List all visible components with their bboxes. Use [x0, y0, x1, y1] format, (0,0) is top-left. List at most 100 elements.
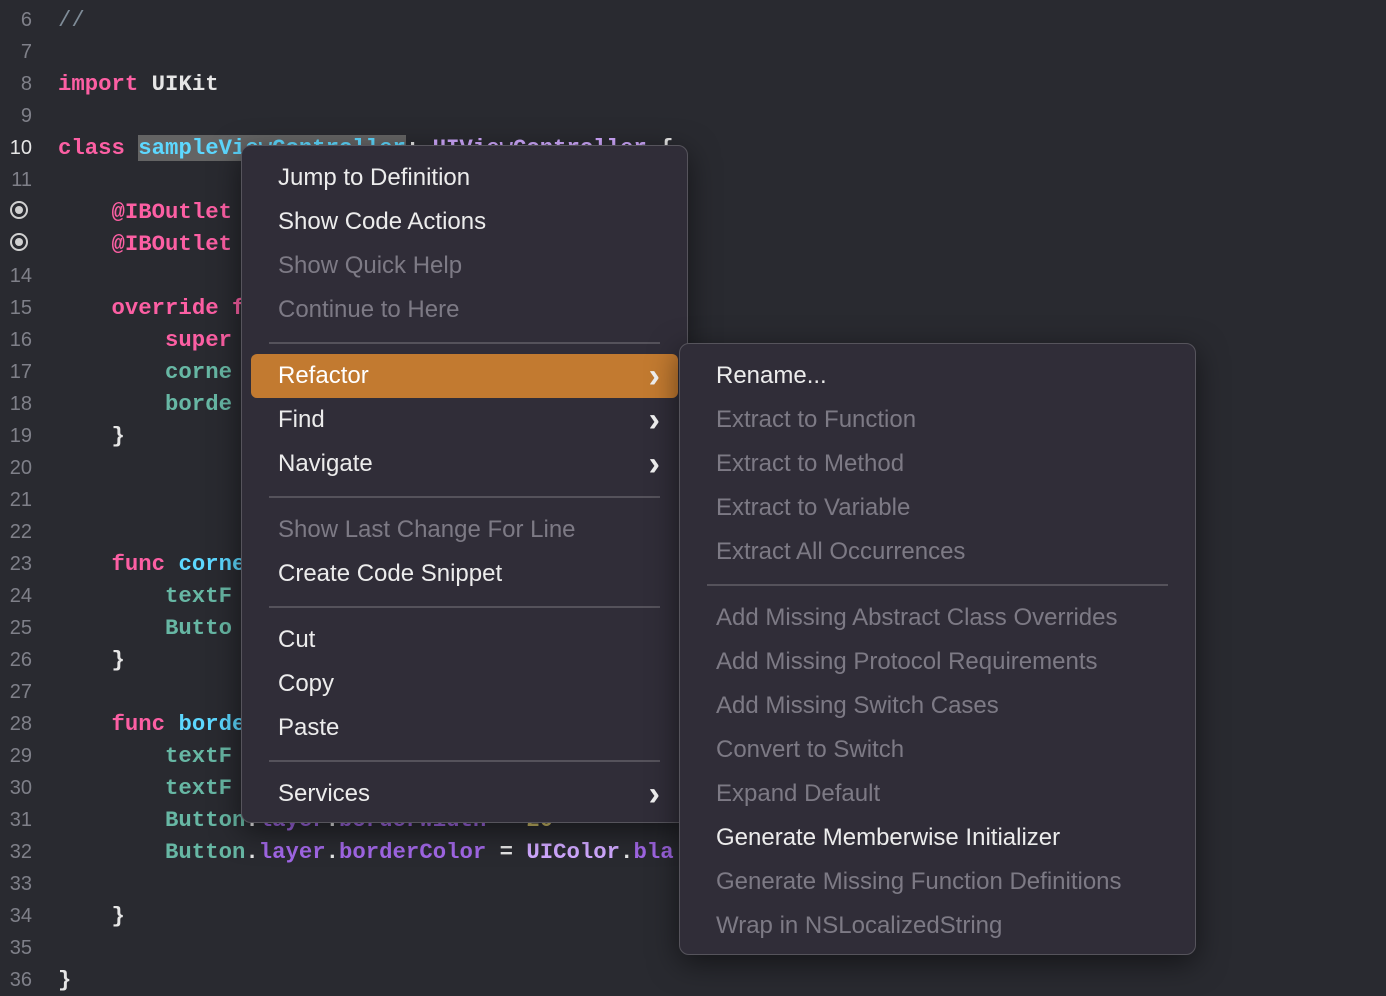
code-text: @IBOutlet: [58, 228, 232, 260]
menu-item-navigate[interactable]: Navigate ›: [251, 442, 678, 486]
menu-item-convert-to-switch[interactable]: Convert to Switch: [689, 728, 1186, 772]
menu-item-label: Show Last Change For Line: [278, 516, 576, 543]
menu-item-generate-missing-function-definitions[interactable]: Generate Missing Function Definitions: [689, 860, 1186, 904]
menu-item-label: Extract to Variable: [716, 494, 911, 521]
menu-item-add-missing-protocol-requirements[interactable]: Add Missing Protocol Requirements: [689, 640, 1186, 684]
code-token: borde: [165, 391, 232, 417]
code-line[interactable]: 8 import UIKit: [0, 68, 1386, 100]
menu-item-paste[interactable]: Paste: [251, 706, 678, 750]
menu-item-expand-default[interactable]: Expand Default: [689, 772, 1186, 816]
menu-item-label: Add Missing Abstract Class Overrides: [716, 604, 1118, 631]
code-token: }: [58, 647, 125, 673]
code-token: .: [620, 839, 634, 865]
menu-item-continue-to-here[interactable]: Continue to Here: [251, 288, 678, 332]
menu-item-label: Continue to Here: [278, 296, 460, 323]
menu-item-find[interactable]: Find ›: [251, 398, 678, 442]
line-number: 28: [9, 713, 32, 735]
code-token: UIKit: [138, 71, 219, 97]
menu-item-show-quick-help[interactable]: Show Quick Help: [251, 244, 678, 288]
menu-item-jump-to-definition[interactable]: Jump to Definition: [251, 156, 678, 200]
menu-item-label: Jump to Definition: [278, 164, 471, 191]
code-text: }: [58, 964, 71, 996]
menu-item-label: Extract All Occurrences: [716, 538, 966, 565]
menu-item-label: Generate Missing Function Definitions: [716, 868, 1122, 895]
line-number: 18: [9, 393, 32, 415]
code-token: bla: [633, 839, 674, 865]
menu-item-extract-to-method[interactable]: Extract to Method: [689, 442, 1186, 486]
code-token: corne: [165, 551, 246, 577]
code-text: Butto: [58, 612, 232, 644]
code-token: textF: [165, 743, 232, 769]
code-line[interactable]: 7: [0, 36, 1386, 68]
code-token: textF: [165, 775, 232, 801]
code-token: textF: [165, 583, 232, 609]
menu-item-label: Rename...: [716, 362, 827, 389]
outlet-connected-icon[interactable]: [10, 201, 28, 219]
code-text: corne: [58, 356, 232, 388]
menu-item-extract-all-occurrences[interactable]: Extract All Occurrences: [689, 530, 1186, 574]
line-number: 6: [20, 9, 32, 31]
menu-item-generate-memberwise-initializer[interactable]: Generate Memberwise Initializer: [689, 816, 1186, 860]
menu-item-show-last-change-for-line[interactable]: Show Last Change For Line: [251, 508, 678, 552]
line-number: 20: [9, 457, 32, 479]
code-line[interactable]: 14: [0, 260, 1386, 292]
line-number: 8: [20, 73, 32, 95]
menu-item-label: Navigate: [278, 450, 373, 477]
menu-item-label: Add Missing Switch Cases: [716, 692, 999, 719]
code-token: @IBOutlet: [111, 231, 232, 257]
line-number: 10: [9, 137, 32, 159]
code-token: .: [325, 839, 340, 865]
code-line[interactable]: 11: [0, 164, 1386, 196]
code-line[interactable]: 9: [0, 100, 1386, 132]
menu-item-cut[interactable]: Cut: [251, 618, 678, 662]
code-line[interactable]: @IBOutlet: [0, 228, 1386, 260]
line-number: 26: [9, 649, 32, 671]
code-token: }: [58, 423, 125, 449]
code-token: borderColor: [339, 839, 487, 865]
code-line[interactable]: 6 //: [0, 4, 1386, 36]
menu-item-wrap-in-nslocalizedstring[interactable]: Wrap in NSLocalizedString: [689, 904, 1186, 948]
code-text: @IBOutlet: [58, 196, 232, 228]
line-number: 33: [9, 873, 32, 895]
code-line[interactable]: 36}: [0, 964, 1386, 996]
menu-item-services[interactable]: Services ›: [251, 772, 678, 816]
menu-separator: [707, 584, 1168, 586]
menu-item-add-missing-abstract-class-overrides[interactable]: Add Missing Abstract Class Overrides: [689, 596, 1186, 640]
menu-item-extract-to-variable[interactable]: Extract to Variable: [689, 486, 1186, 530]
menu-separator: [269, 342, 660, 344]
code-line[interactable]: @IBOutlet: [0, 196, 1386, 228]
menu-item-label: Add Missing Protocol Requirements: [716, 648, 1098, 675]
menu-item-rename[interactable]: Rename...: [689, 354, 1186, 398]
menu-item-label: Convert to Switch: [716, 736, 905, 763]
code-token: =: [486, 839, 527, 865]
line-number: 15: [9, 297, 32, 319]
code-token: }: [58, 903, 125, 929]
code-token: super: [165, 327, 232, 353]
line-number: 35: [9, 937, 32, 959]
menu-item-copy[interactable]: Copy: [251, 662, 678, 706]
menu-item-label: Generate Memberwise Initializer: [716, 824, 1061, 851]
menu-item-add-missing-switch-cases[interactable]: Add Missing Switch Cases: [689, 684, 1186, 728]
menu-item-label: Extract to Method: [716, 450, 905, 477]
code-line[interactable]: 15 override f: [0, 292, 1386, 324]
line-number: 19: [9, 425, 32, 447]
menu-item-extract-to-function[interactable]: Extract to Function: [689, 398, 1186, 442]
outlet-connected-icon[interactable]: [10, 233, 28, 251]
code-text: }: [58, 900, 125, 932]
menu-item-create-code-snippet[interactable]: Create Code Snippet: [251, 552, 678, 596]
menu-item-label: Create Code Snippet: [278, 560, 503, 587]
code-line[interactable]: 10class sampleViewController: UIViewCont…: [0, 132, 1386, 164]
line-number: 24: [9, 585, 32, 607]
line-number: 22: [9, 521, 32, 543]
menu-item-refactor[interactable]: Refactor ›: [251, 354, 678, 398]
menu-item-show-code-actions[interactable]: Show Code Actions: [251, 200, 678, 244]
